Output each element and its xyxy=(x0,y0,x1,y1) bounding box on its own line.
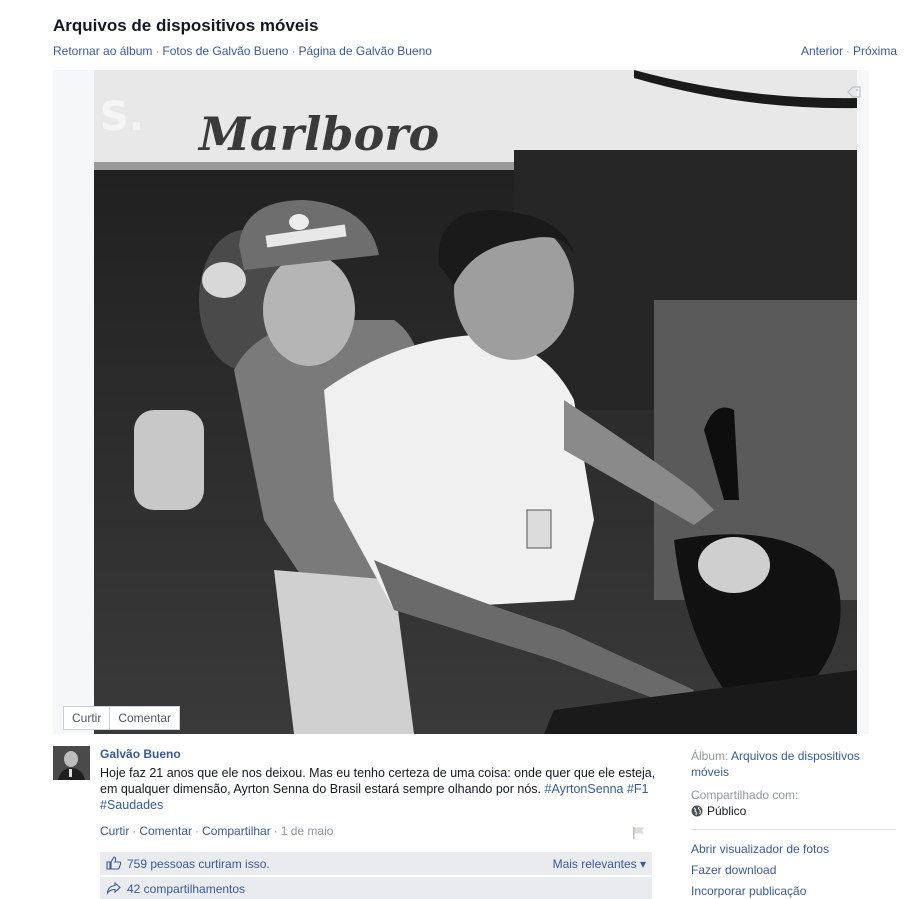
separator: · xyxy=(291,44,296,58)
like-link[interactable]: Curtir xyxy=(100,824,129,838)
sort-comments-dropdown[interactable]: Mais relevantes ▾ xyxy=(553,857,646,871)
privacy-label: Público xyxy=(707,804,747,818)
author-page-link[interactable]: Página de Galvão Bueno xyxy=(298,44,431,58)
post-author-link[interactable]: Galvão Bueno xyxy=(100,747,181,761)
shares-summary: 42 compartilhamentos xyxy=(100,877,652,899)
thumbs-up-icon xyxy=(106,856,122,870)
divider xyxy=(691,829,896,830)
globe-icon xyxy=(691,805,703,817)
photo-comment-button[interactable]: Comentar xyxy=(109,707,179,729)
separator: · xyxy=(845,44,850,58)
photo-pager: Anterior · Próxima xyxy=(801,44,897,58)
separator: · xyxy=(273,824,278,838)
comment-link[interactable]: Comentar xyxy=(139,824,192,838)
embed-post-link[interactable]: Incorporar publicação xyxy=(691,881,896,899)
photo-stage[interactable]: Marlboro S. xyxy=(53,70,869,734)
photo-like-button[interactable]: Curtir xyxy=(64,707,109,729)
likes-summary: 759 pessoas curtiram isso. Mais relevant… xyxy=(100,852,652,875)
photo-info-sidebar: Álbum: Arquivos de dispositivos móveis C… xyxy=(691,748,896,899)
sign-text: Marlboro xyxy=(197,107,439,161)
share-icon xyxy=(106,881,121,895)
svg-text:S.: S. xyxy=(100,94,144,140)
breadcrumb: Retornar ao álbum · Fotos de Galvão Bueno ·… xyxy=(53,44,432,58)
photos-of-author-link[interactable]: Fotos de Galvão Bueno xyxy=(162,44,288,58)
separator: · xyxy=(155,44,160,58)
separator: · xyxy=(195,824,200,838)
likes-count-link[interactable]: 759 pessoas curtiram isso. xyxy=(127,857,270,871)
back-to-album-link[interactable]: Retornar ao álbum xyxy=(53,44,152,58)
flag-icon[interactable] xyxy=(632,826,646,840)
avatar[interactable] xyxy=(53,746,90,780)
shared-with-label: Compartilhado com: xyxy=(691,788,799,802)
open-photo-viewer-link[interactable]: Abrir visualizador de fotos xyxy=(691,839,896,860)
photo[interactable]: Marlboro S. xyxy=(94,70,857,734)
album-info: Álbum: Arquivos de dispositivos móveis xyxy=(691,748,896,780)
post-text: Hoje faz 21 anos que ele nos deixou. Mas… xyxy=(100,765,660,813)
previous-photo-link[interactable]: Anterior xyxy=(801,44,843,58)
tag-icon[interactable] xyxy=(847,86,861,98)
photo-action-bar: Curtir Comentar xyxy=(63,706,181,730)
shares-count-link[interactable]: 42 compartilhamentos xyxy=(127,882,245,896)
next-photo-link[interactable]: Próxima xyxy=(853,44,897,58)
page-title: Arquivos de dispositivos móveis xyxy=(53,16,319,35)
photo-image: Marlboro S. xyxy=(94,70,857,734)
download-link[interactable]: Fazer download xyxy=(691,860,896,881)
post-date[interactable]: 1 de maio xyxy=(281,824,334,838)
share-link[interactable]: Compartilhar xyxy=(202,824,271,838)
album-label: Álbum: xyxy=(691,749,729,763)
post-actions: Curtir · Comentar · Compartilhar · 1 de maio xyxy=(100,824,333,838)
privacy-setting[interactable]: Público xyxy=(691,804,896,818)
separator: · xyxy=(132,824,137,838)
